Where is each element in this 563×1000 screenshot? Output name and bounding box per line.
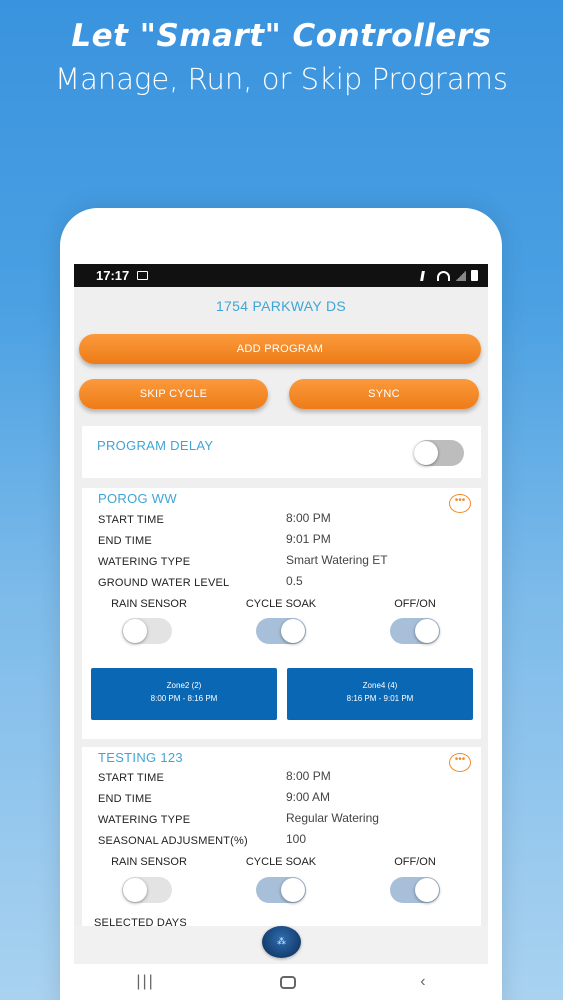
zone-name: Zone2 (2) bbox=[166, 681, 202, 690]
system-nav-bar: ||| ‹ bbox=[74, 964, 488, 1000]
program-card: TESTING 123 ••• START TIME 8:00 PM END T… bbox=[82, 747, 481, 929]
bottom-bar: ⁂ bbox=[74, 926, 488, 964]
program-card: POROG WW ••• START TIME 8:00 PM END TIME… bbox=[82, 488, 481, 739]
back-icon[interactable]: ‹ bbox=[420, 973, 425, 991]
battery-icon bbox=[471, 270, 478, 281]
row-value: Regular Watering bbox=[286, 811, 379, 825]
rain-sensor-label: RAIN SENSOR bbox=[111, 856, 187, 868]
more-options-icon[interactable]: ••• bbox=[449, 494, 471, 513]
row-label: END TIME bbox=[98, 535, 152, 547]
program-delay-toggle[interactable] bbox=[414, 440, 464, 466]
image-notification-icon bbox=[137, 271, 149, 280]
wifi-icon bbox=[437, 270, 450, 281]
recents-icon[interactable]: ||| bbox=[136, 973, 154, 991]
program-name: TESTING 123 bbox=[98, 750, 183, 765]
page-title: 1754 PARKWAY DS bbox=[215, 298, 347, 314]
zone-tile[interactable]: Zone4 (4) 8:16 PM - 9:01 PM bbox=[287, 668, 473, 720]
row-value: 9:01 PM bbox=[286, 532, 331, 546]
rain-sensor-label: RAIN SENSOR bbox=[111, 598, 187, 610]
promo-title: Let "Smart" Controllers bbox=[71, 18, 492, 54]
row-label: START TIME bbox=[98, 772, 164, 784]
skip-cycle-button[interactable]: SKIP CYCLE bbox=[79, 379, 268, 409]
off-on-label: OFF/ON bbox=[394, 598, 436, 610]
zone-name: Zone4 (4) bbox=[362, 681, 398, 690]
row-value: 8:00 PM bbox=[286, 511, 331, 525]
row-label: GROUND WATER LEVEL bbox=[98, 577, 230, 589]
cycle-soak-toggle[interactable] bbox=[256, 618, 306, 644]
row-label: WATERING TYPE bbox=[98, 556, 191, 568]
row-label: SEASONAL ADJUSMENT(%) bbox=[98, 835, 248, 847]
more-options-icon[interactable]: ••• bbox=[449, 753, 471, 772]
program-delay-card: PROGRAM DELAY bbox=[82, 426, 481, 478]
cycle-soak-label: CYCLE SOAK bbox=[245, 856, 317, 868]
add-program-button[interactable]: ADD PROGRAM bbox=[79, 334, 481, 364]
row-label: START TIME bbox=[98, 514, 164, 526]
status-time: 17:17 bbox=[96, 268, 130, 283]
program-delay-label: PROGRAM DELAY bbox=[97, 438, 214, 453]
row-label: END TIME bbox=[98, 793, 152, 805]
signal-icon bbox=[455, 270, 466, 281]
promo-subtitle: Manage, Run, or Skip Programs bbox=[55, 62, 508, 96]
row-value: Smart Watering ET bbox=[286, 553, 388, 567]
zone-tile[interactable]: Zone2 (2) 8:00 PM - 8:16 PM bbox=[91, 668, 277, 720]
app-logo-icon[interactable]: ⁂ bbox=[262, 926, 301, 958]
off-on-label: OFF/ON bbox=[394, 856, 436, 868]
rain-sensor-toggle[interactable] bbox=[122, 877, 172, 903]
zone-time: 8:00 PM - 8:16 PM bbox=[150, 694, 218, 703]
row-value: 0.5 bbox=[286, 574, 303, 588]
rain-sensor-toggle[interactable] bbox=[122, 618, 172, 644]
program-name: POROG WW bbox=[98, 491, 177, 506]
promo-headline: Let "Smart" Controllers Manage, Run, or … bbox=[0, 18, 563, 96]
row-value: 8:00 PM bbox=[286, 769, 331, 783]
status-bar: 17:17 bbox=[74, 264, 488, 287]
cycle-soak-toggle[interactable] bbox=[256, 877, 306, 903]
off-on-toggle[interactable] bbox=[390, 877, 440, 903]
sync-button[interactable]: SYNC bbox=[289, 379, 479, 409]
row-label: WATERING TYPE bbox=[98, 814, 191, 826]
cycle-soak-label: CYCLE SOAK bbox=[245, 598, 317, 610]
mute-icon bbox=[420, 270, 433, 281]
app-screen: 17:17 1754 PARKWAY DS ADD PROGRAM SKIP C… bbox=[74, 264, 488, 1000]
home-icon[interactable] bbox=[279, 975, 296, 989]
zone-time: 8:16 PM - 9:01 PM bbox=[346, 694, 414, 703]
off-on-toggle[interactable] bbox=[390, 618, 440, 644]
row-value: 100 bbox=[286, 832, 307, 846]
row-value: 9:00 AM bbox=[286, 790, 331, 804]
